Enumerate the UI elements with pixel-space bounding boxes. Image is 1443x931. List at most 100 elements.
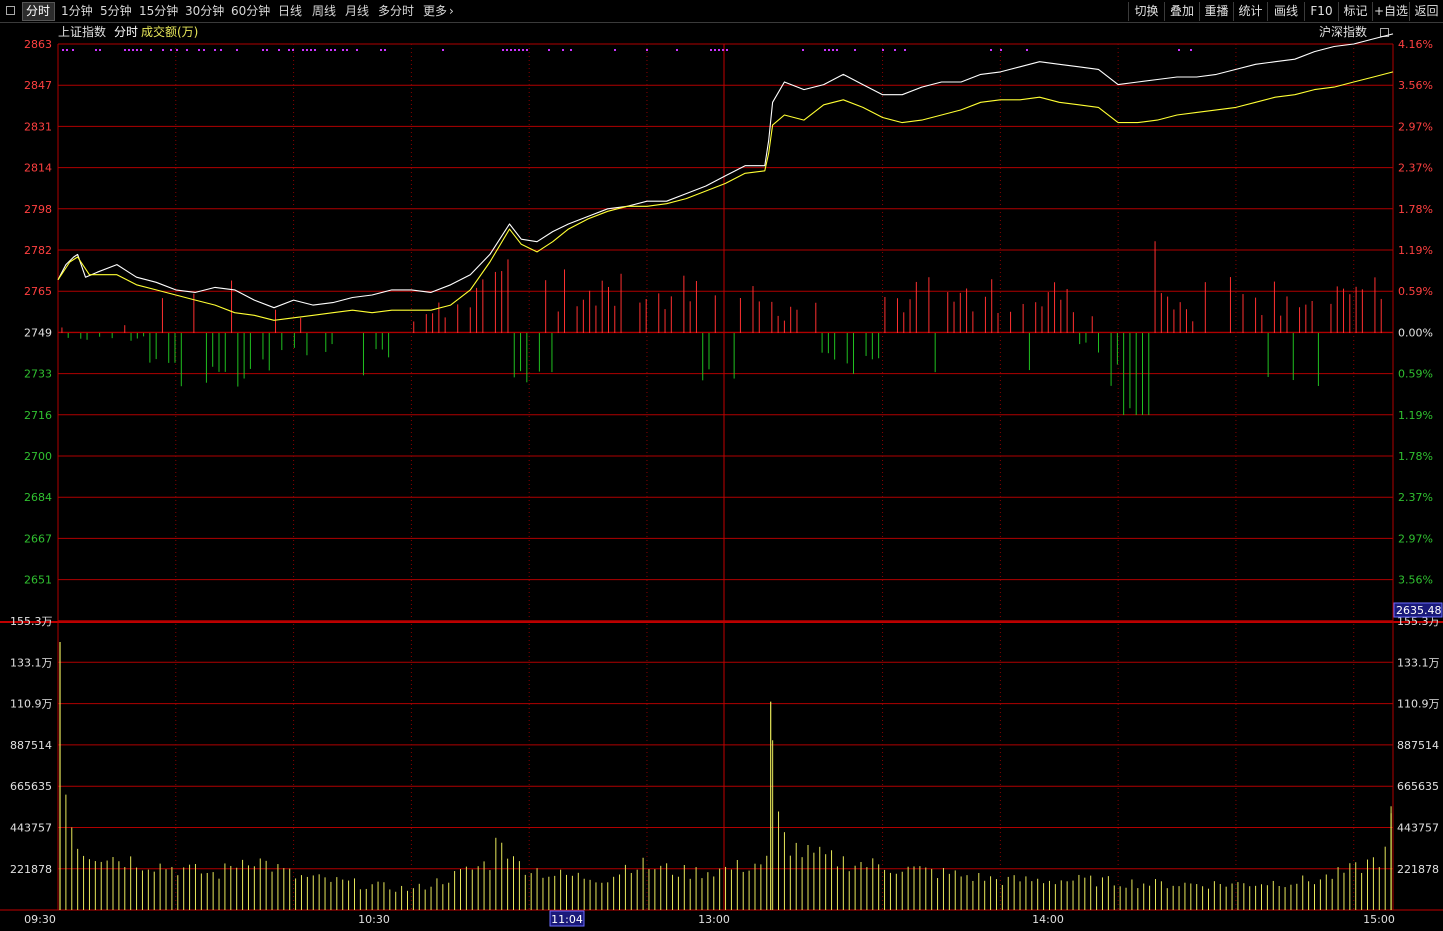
signal-marker	[292, 49, 294, 51]
signal-marker	[262, 49, 264, 51]
price-axis-label: 2831	[24, 120, 52, 133]
percent-axis-label: 2.97%	[1398, 532, 1433, 545]
volume-axis-label-right: 887514	[1397, 739, 1439, 752]
percent-axis-label: 0.59%	[1398, 368, 1433, 381]
percent-axis-label: 3.56%	[1398, 79, 1433, 92]
volume-axis-label: 155.3万	[10, 615, 53, 628]
time-axis-label: 13:00	[698, 913, 730, 926]
signal-marker	[570, 49, 572, 51]
up-down-bars	[61, 241, 1382, 416]
signal-marker	[904, 49, 906, 51]
signal-marker	[136, 49, 138, 51]
price-axis-label: 2716	[24, 409, 52, 422]
volume-axis-label: 887514	[10, 739, 52, 752]
intraday-chart: 2863 2847 2831 2814 2798 2782 2765 2749 2733 2716…	[0, 33, 1443, 927]
time-axis-label: 14:00	[1032, 913, 1064, 926]
signal-markers	[62, 49, 1192, 51]
signal-marker	[990, 49, 992, 51]
signal-marker	[356, 49, 358, 51]
signal-marker	[186, 49, 188, 51]
signal-marker	[1190, 49, 1192, 51]
signal-marker	[854, 49, 856, 51]
signal-marker	[214, 49, 216, 51]
volume-axis-label-right: 443757	[1397, 822, 1439, 835]
signal-marker	[824, 49, 826, 51]
percent-axis-label: 3.56%	[1398, 574, 1433, 587]
signal-marker	[518, 49, 520, 51]
signal-marker	[346, 49, 348, 51]
signal-marker	[72, 49, 74, 51]
signal-marker	[726, 49, 728, 51]
signal-marker	[170, 49, 172, 51]
signal-marker	[198, 49, 200, 51]
signal-marker	[266, 49, 268, 51]
volume-axis-label: 665635	[10, 780, 52, 793]
volume-bars	[59, 642, 1392, 910]
percent-axis-label: 0.00%	[1398, 326, 1433, 339]
axis-labels: 2863 2847 2831 2814 2798 2782 2765 2749 2733 2716…	[10, 38, 1443, 927]
signal-marker	[614, 49, 616, 51]
signal-marker	[278, 49, 280, 51]
price-axis-label: 2798	[24, 203, 52, 216]
price-axis-label: 2765	[24, 285, 52, 298]
signal-marker	[502, 49, 504, 51]
percent-axis-label: 2.97%	[1398, 120, 1433, 133]
price-axis-label: 2651	[24, 574, 52, 587]
signal-marker	[882, 49, 884, 51]
signal-marker	[220, 49, 222, 51]
volume-axis-label: 133.1万	[10, 656, 53, 669]
price-lines	[57, 33, 1394, 321]
time-axis-label: 09:30	[24, 913, 56, 926]
percent-axis-label: 2.37%	[1398, 491, 1433, 504]
signal-marker	[99, 49, 101, 51]
price-line	[57, 33, 1394, 309]
signal-marker	[380, 49, 382, 51]
signal-marker	[710, 49, 712, 51]
signal-marker	[124, 49, 126, 51]
volume-axis-label: 110.9万	[10, 698, 53, 711]
signal-marker	[442, 49, 444, 51]
signal-marker	[714, 49, 716, 51]
volume-axis-label-right: 221878	[1397, 863, 1439, 876]
signal-marker	[526, 49, 528, 51]
price-axis-label: 2782	[24, 244, 52, 257]
signal-marker	[132, 49, 134, 51]
signal-marker	[718, 49, 720, 51]
signal-marker	[836, 49, 838, 51]
signal-marker	[828, 49, 830, 51]
signal-marker	[162, 49, 164, 51]
percent-axis-label: 1.19%	[1398, 244, 1433, 257]
volume-axis-label: 443757	[10, 822, 52, 835]
signal-marker	[522, 49, 524, 51]
signal-marker	[203, 49, 205, 51]
signal-marker	[676, 49, 678, 51]
percent-axis-label: 4.16%	[1398, 38, 1433, 51]
signal-marker	[384, 49, 386, 51]
signal-marker	[236, 49, 238, 51]
price-axis-label: 2863	[24, 38, 52, 51]
signal-marker	[1178, 49, 1180, 51]
signal-marker	[646, 49, 648, 51]
price-axis-label: 2684	[24, 491, 52, 504]
signal-marker	[562, 49, 564, 51]
price-axis-label: 2749	[24, 326, 52, 339]
price-axis-label: 2700	[24, 450, 52, 463]
signal-marker	[150, 49, 152, 51]
cursor-time-label: 11:04	[551, 913, 583, 926]
volume-axis-label-right: 110.9万	[1397, 698, 1440, 711]
signal-marker	[802, 49, 804, 51]
signal-marker	[310, 49, 312, 51]
volume-axis-label-right: 133.1万	[1397, 656, 1440, 669]
signal-marker	[306, 49, 308, 51]
percent-axis-label: 0.59%	[1398, 285, 1433, 298]
cursor-value-label: 2635.48	[1396, 604, 1442, 617]
price-axis-label: 2733	[24, 368, 52, 381]
signal-marker	[894, 49, 896, 51]
signal-marker	[722, 49, 724, 51]
signal-marker	[95, 49, 97, 51]
signal-marker	[66, 49, 68, 51]
signal-marker	[128, 49, 130, 51]
signal-marker	[342, 49, 344, 51]
percent-axis-label: 1.78%	[1398, 450, 1433, 463]
signal-marker	[832, 49, 834, 51]
